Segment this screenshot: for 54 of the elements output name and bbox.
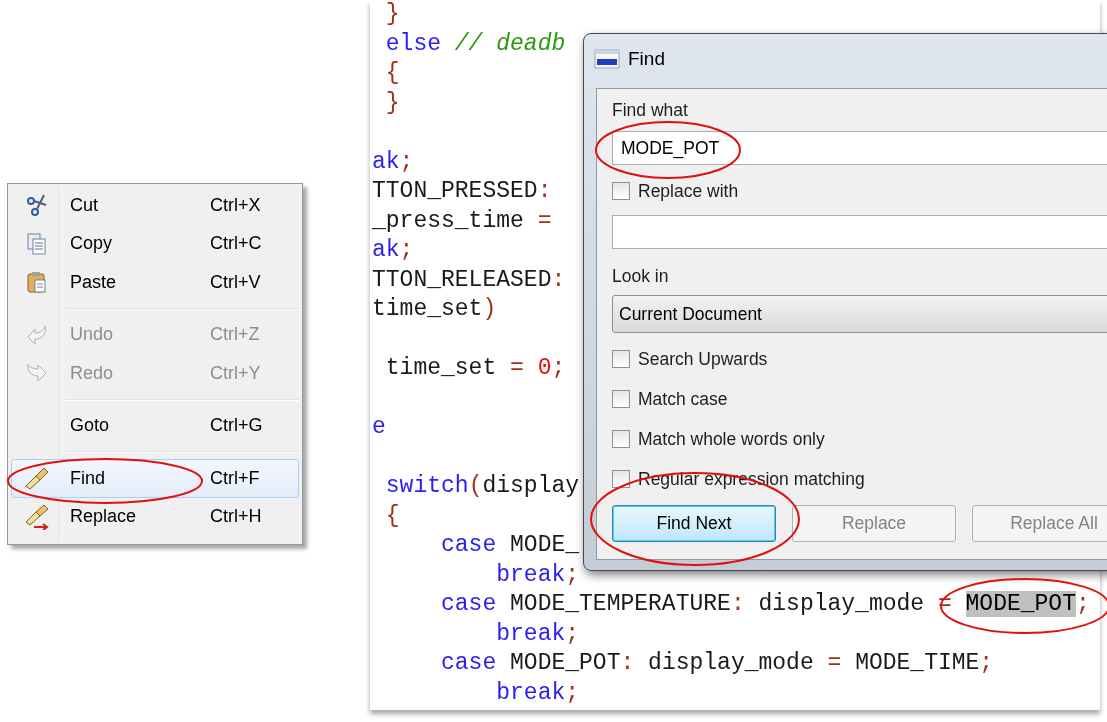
shortcut-label: Ctrl+V — [210, 271, 261, 293]
checkbox-label: Search Upwards — [638, 348, 768, 370]
code-line: TTON_PRESSED: — [372, 177, 552, 206]
checkbox[interactable] — [612, 470, 630, 488]
code-line: switch(display — [384, 472, 580, 501]
code-line: else // deadb — [384, 29, 566, 59]
window-title: Find — [628, 48, 665, 70]
menu-item[interactable]: Goto Ctrl+G — [11, 406, 299, 445]
code-line: ak; — [372, 147, 414, 177]
checkbox-label: Match whole words only — [638, 428, 825, 450]
shortcut-label: Ctrl+F — [210, 467, 260, 489]
field-label: Look in — [612, 265, 670, 287]
menu-item[interactable]: Copy Ctrl+C — [11, 224, 299, 263]
checkbox[interactable] — [612, 182, 630, 200]
shortcut-label: Ctrl+X — [210, 194, 261, 216]
code-line: _press_time = — [372, 206, 552, 236]
code-line: time_set = 0; — [384, 354, 566, 383]
window-icon — [594, 48, 620, 70]
dialog-button[interactable]: Find Next — [612, 505, 776, 542]
shortcut-label: Ctrl+Z — [210, 324, 260, 346]
checkbox[interactable] — [612, 350, 630, 368]
menu-item[interactable]: Paste Ctrl+V — [11, 263, 299, 302]
field-label: Find what — [612, 99, 689, 121]
look-in-dropdown[interactable]: Current Document — [612, 295, 1107, 333]
code-line: { — [384, 501, 400, 531]
code-line: ak; — [372, 236, 414, 265]
code-line: { — [384, 59, 400, 88]
copy-icon — [26, 231, 48, 256]
menu-item[interactable]: Cut Ctrl+X — [11, 186, 299, 225]
code-line: break; — [495, 619, 580, 649]
menu-item[interactable]: Replace Ctrl+H — [11, 497, 299, 536]
checkbox[interactable] — [612, 430, 630, 448]
menu-item[interactable]: Find Ctrl+F — [11, 459, 299, 498]
code-line: break; — [495, 560, 580, 590]
shortcut-label: Ctrl+H — [210, 506, 262, 528]
scissors-icon — [26, 193, 48, 218]
code-line: } — [384, 0, 400, 29]
code-line: TTON_RELEASED: — [372, 265, 566, 295]
code-line: time_set) — [372, 295, 497, 324]
checkbox[interactable] — [612, 390, 630, 408]
shortcut-label: Ctrl+G — [210, 415, 263, 437]
flashlight-icon — [24, 466, 50, 491]
code-line: case MODE_ — [440, 531, 580, 560]
code-line: break; — [495, 678, 580, 708]
checkbox-label: Match case — [638, 388, 728, 410]
code-line: e — [372, 413, 386, 442]
code-line: case MODE_POT: display_mode = MODE_TIME; — [440, 649, 994, 678]
code-line: } — [384, 88, 400, 118]
checkbox-label: Replace with — [638, 180, 739, 202]
flashlight-arrow-icon — [24, 503, 50, 530]
shortcut-label: Ctrl+Y — [210, 362, 261, 384]
clipboard-icon — [26, 270, 48, 295]
find-what-field[interactable]: MODE_POT — [612, 131, 1107, 165]
shortcut-label: Ctrl+C — [210, 233, 262, 255]
